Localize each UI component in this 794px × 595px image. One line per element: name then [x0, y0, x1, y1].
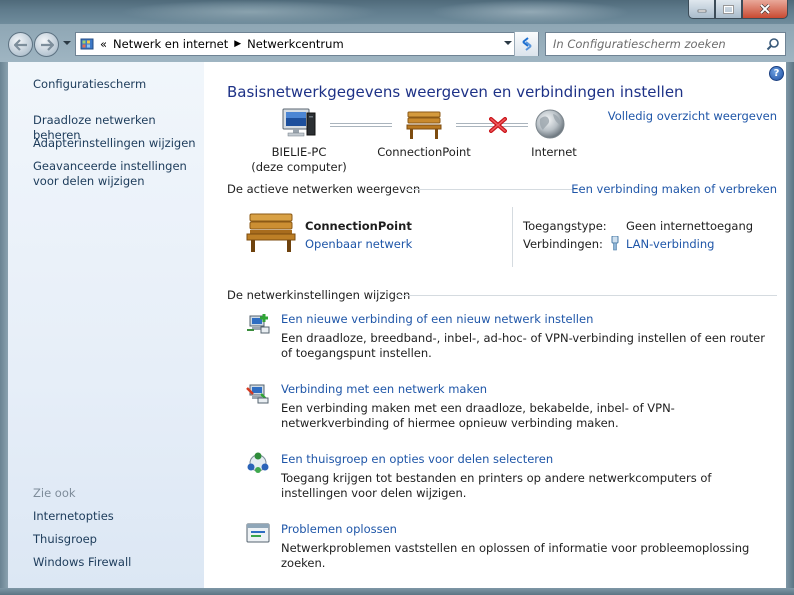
new-connection-icon[interactable] [246, 312, 270, 334]
address-toolbar: « Netwerk en internet ▶ Netwerkcentrum [0, 24, 794, 62]
sidebar-link-adapter-settings[interactable]: Adapterinstellingen wijzigen [33, 136, 196, 151]
network-label: ConnectionPoint [377, 145, 471, 159]
control-panel-icon [80, 38, 94, 50]
address-overflow-chevron[interactable]: « [100, 37, 107, 51]
forward-arrow-icon [40, 38, 54, 51]
active-network-name: ConnectionPoint [305, 219, 412, 233]
connections-value: LAN-verbinding [610, 236, 714, 251]
full-map-link[interactable]: Volledig overzicht weergeven [608, 109, 777, 123]
network-bench-icon[interactable] [246, 212, 296, 254]
sidebar-link-control-panel-home[interactable]: Configuratiescherm [33, 77, 146, 92]
maximize-icon [723, 4, 734, 14]
task-link-new-connection[interactable]: Een nieuwe verbinding of een nieuw netwe… [281, 312, 593, 326]
internet-label: Internet [531, 145, 577, 159]
connect-disconnect-link[interactable]: Een verbinding maken of verbreken [571, 182, 777, 196]
change-settings-divider [395, 295, 777, 296]
search-input[interactable] [546, 33, 756, 55]
title-bar[interactable] [0, 0, 794, 24]
ethernet-plug-icon [611, 236, 619, 251]
access-type-label: Toegangstype: [523, 219, 607, 233]
access-type-value: Geen internettoegang [626, 219, 754, 233]
computer-name: BIELIE-PC [271, 145, 327, 159]
page-title: Basisnetwerkgegevens weergeven en verbin… [227, 83, 684, 101]
see-also-heading: Zie ook [33, 486, 76, 500]
computer-subtitle: (deze computer) [251, 160, 347, 174]
forward-button[interactable] [34, 32, 59, 57]
task-pane: Configuratiescherm Draadloze netwerken b… [8, 62, 204, 588]
active-network-vertical-divider [512, 207, 513, 267]
connect-network-icon[interactable] [246, 382, 270, 404]
task-desc-connect-network: Een verbinding maken met een draadloze, … [281, 401, 675, 430]
minimize-button[interactable] [688, 0, 715, 19]
refresh-button[interactable] [514, 32, 538, 56]
task-desc-troubleshoot: Netwerkproblemen vaststellen en oplossen… [281, 541, 750, 570]
window-frame-right [786, 62, 794, 595]
internet-globe-icon[interactable] [534, 108, 566, 140]
sidebar-link-homegroup[interactable]: Thuisgroep [33, 532, 97, 547]
connection-broken-icon[interactable] [489, 117, 507, 133]
task-link-troubleshoot[interactable]: Problemen oplossen [281, 522, 397, 536]
maximize-button[interactable] [715, 0, 742, 19]
window-frame-bottom [0, 588, 794, 595]
recent-pages-dropdown-icon[interactable] [63, 41, 71, 46]
window-controls [688, 0, 788, 19]
connection-line-pc-network [330, 123, 392, 127]
change-settings-heading: De netwerkinstellingen wijzigen [227, 288, 411, 302]
back-arrow-icon [13, 38, 27, 51]
task-link-connect-network[interactable]: Verbinding met een netwerk maken [281, 382, 487, 396]
network-type-link[interactable]: Openbaar netwerk [305, 237, 412, 251]
breadcrumb-network-internet[interactable]: Netwerk en internet [113, 37, 228, 51]
sidebar-link-windows-firewall[interactable]: Windows Firewall [33, 555, 131, 570]
close-button[interactable] [742, 0, 788, 19]
breadcrumb-network-center[interactable]: Netwerkcentrum [247, 37, 343, 51]
task-desc-new-connection: Een draadloze, breedband-, inbel-, ad-ho… [281, 331, 765, 360]
search-box[interactable] [545, 32, 786, 56]
active-networks-heading: De actieve netwerken weergeven [227, 182, 421, 196]
computer-icon [282, 108, 316, 137]
address-bar[interactable]: « Netwerk en internet ▶ Netwerkcentrum [75, 32, 539, 56]
sidebar-link-advanced-sharing[interactable]: Geavanceerde instellingen voor delen wij… [33, 159, 205, 189]
help-button[interactable]: ? [769, 66, 784, 81]
window-frame-left [0, 62, 8, 595]
back-button[interactable] [8, 32, 33, 57]
troubleshoot-icon[interactable] [246, 522, 270, 544]
lan-connection-link[interactable]: LAN-verbinding [626, 237, 714, 251]
connections-label: Verbindingen: [523, 237, 603, 251]
active-networks-divider [405, 189, 583, 190]
search-icon[interactable] [766, 37, 780, 51]
address-history-dropdown-icon[interactable] [504, 41, 512, 46]
close-icon [759, 4, 771, 14]
public-network-bench-icon[interactable] [406, 110, 442, 140]
main-content: ? Basisnetwerkgegevens weergeven en verb… [204, 62, 786, 588]
sidebar-link-internet-options[interactable]: Internetopties [33, 509, 114, 524]
homegroup-icon[interactable] [246, 452, 270, 474]
refresh-icon [521, 37, 532, 51]
minimize-icon [697, 9, 706, 13]
breadcrumb-separator-icon[interactable]: ▶ [234, 39, 241, 49]
computer-label: BIELIE-PC (deze computer) [244, 145, 354, 175]
task-link-homegroup[interactable]: Een thuisgroep en opties voor delen sele… [281, 452, 553, 466]
task-desc-homegroup: Toegang krijgen tot bestanden en printer… [281, 471, 712, 500]
